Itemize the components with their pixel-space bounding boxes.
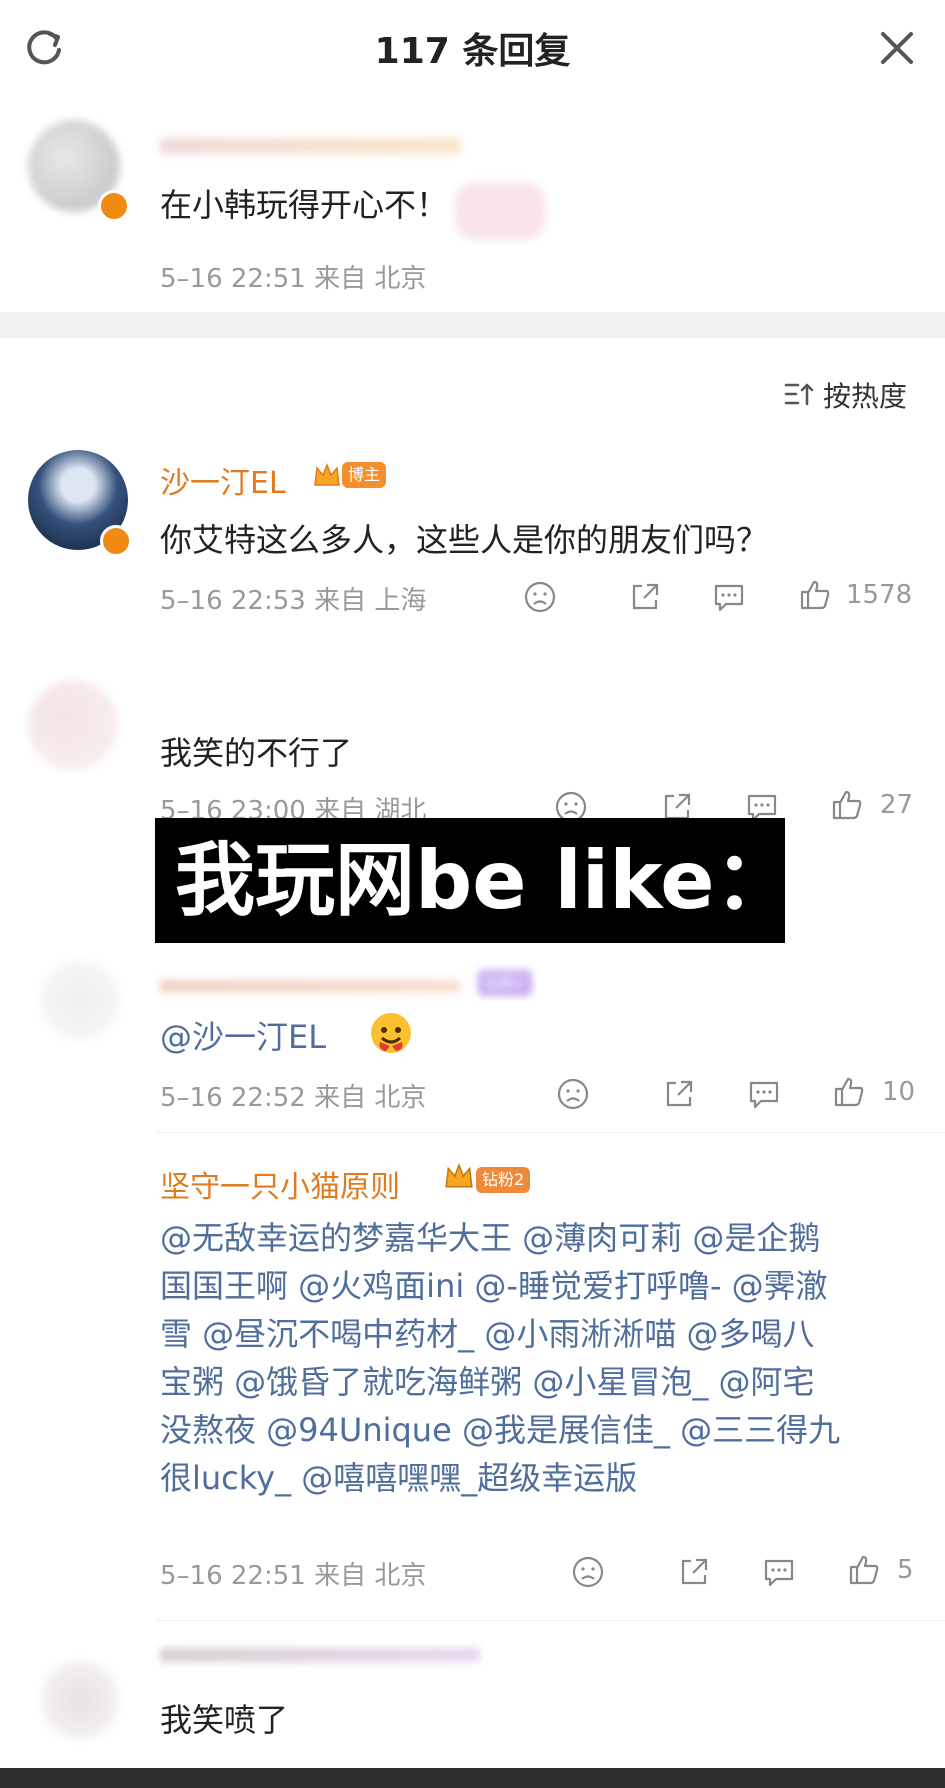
crown-icon <box>443 1160 475 1192</box>
blurred-username <box>160 138 460 154</box>
like-count: 5 <box>897 1555 914 1585</box>
avatar[interactable] <box>40 960 120 1040</box>
dislike-icon[interactable] <box>556 1077 590 1111</box>
verified-icon <box>100 525 132 557</box>
comment-content: @无敌幸运的梦嘉华大王 @薄肉可莉 @是企鹅 国国王啊 @火鸡面ini @-睡觉… <box>160 1214 920 1502</box>
comment-content: 你艾特这么多人，这些人是你的朋友们吗？ <box>160 521 769 559</box>
comment-time: 5–16 22:51 来自 北京 <box>160 1561 427 1591</box>
reply-icon[interactable] <box>762 1555 796 1589</box>
blurred-username <box>160 1648 480 1662</box>
close-icon[interactable] <box>875 26 919 70</box>
verified-icon <box>98 190 130 222</box>
avatar[interactable] <box>28 680 118 770</box>
comment-content: @沙一汀EL <box>160 1012 326 1058</box>
username[interactable]: 坚守一只小猫原则 <box>160 1162 400 1206</box>
divider <box>157 1132 945 1133</box>
reply-icon[interactable] <box>747 1077 781 1111</box>
blurred-username <box>160 980 460 992</box>
like-icon[interactable] <box>830 788 864 822</box>
divider <box>157 1620 945 1621</box>
comment-content: 我笑的不行了 <box>160 734 353 772</box>
like-icon[interactable] <box>847 1553 881 1587</box>
crown-icon <box>312 460 342 490</box>
mention-line[interactable]: @无敌幸运的梦嘉华大王 @薄肉可莉 @是企鹅 <box>160 1214 920 1262</box>
section-divider <box>0 312 945 338</box>
reply-icon[interactable] <box>712 580 746 614</box>
dislike-icon[interactable] <box>571 1555 605 1589</box>
mention-line[interactable]: 没熬夜 @94Unique @我是展信佳_ @三三得九 <box>160 1406 920 1454</box>
fan-badge: 钻粉2 <box>476 1167 531 1193</box>
mention-link[interactable]: @沙一汀EL <box>160 1018 326 1056</box>
mention-line[interactable]: 宝粥 @饿昏了就吃海鲜粥 @小星冒泡_ @阿宅 <box>160 1358 920 1406</box>
mention-line[interactable]: 雪 @昼沉不喝中药材_ @小雨淅淅喵 @多喝八 <box>160 1310 920 1358</box>
share-icon[interactable] <box>628 580 662 614</box>
mention-line[interactable]: 很lucky_ @嘻嘻嘿嘿_超级幸运版 <box>160 1454 920 1502</box>
share-icon[interactable] <box>662 1077 696 1111</box>
comment-time: 5–16 22:53 来自 上海 <box>160 586 427 616</box>
fan-badge: 钻粉2 <box>478 970 533 996</box>
comment-content: 我笑喷了 <box>160 1701 289 1739</box>
avatar[interactable] <box>40 1660 120 1740</box>
like-count: 10 <box>882 1077 916 1107</box>
bottom-bar <box>0 1768 945 1788</box>
page-title: 117 条回复 <box>374 31 571 72</box>
decoration-sticker <box>455 182 545 240</box>
comment-time: 5–16 22:52 来自 北京 <box>160 1083 427 1113</box>
username[interactable]: 沙一汀EL <box>160 458 286 502</box>
caption-text: 我玩网be like： <box>175 834 795 927</box>
role-badge: 博主 <box>342 462 387 488</box>
sort-icon[interactable] <box>783 378 815 410</box>
comment-time: 5–16 22:51 来自 北京 <box>160 264 427 294</box>
emoji-icon <box>368 1010 414 1056</box>
dislike-icon[interactable] <box>523 580 557 614</box>
comment-content: 在小韩玩得开心不！ <box>160 186 449 224</box>
like-icon[interactable] <box>832 1075 866 1109</box>
like-count: 1578 <box>846 580 913 610</box>
mention-line[interactable]: 国国王啊 @火鸡面ini @-睡觉爱打呼噜- @霁澈 <box>160 1262 920 1310</box>
header-bar: 117 条回复 <box>0 0 945 95</box>
sort-label[interactable]: 按热度 <box>823 375 907 415</box>
share-icon[interactable] <box>677 1555 711 1589</box>
like-icon[interactable] <box>798 578 832 612</box>
like-count: 27 <box>880 790 914 820</box>
